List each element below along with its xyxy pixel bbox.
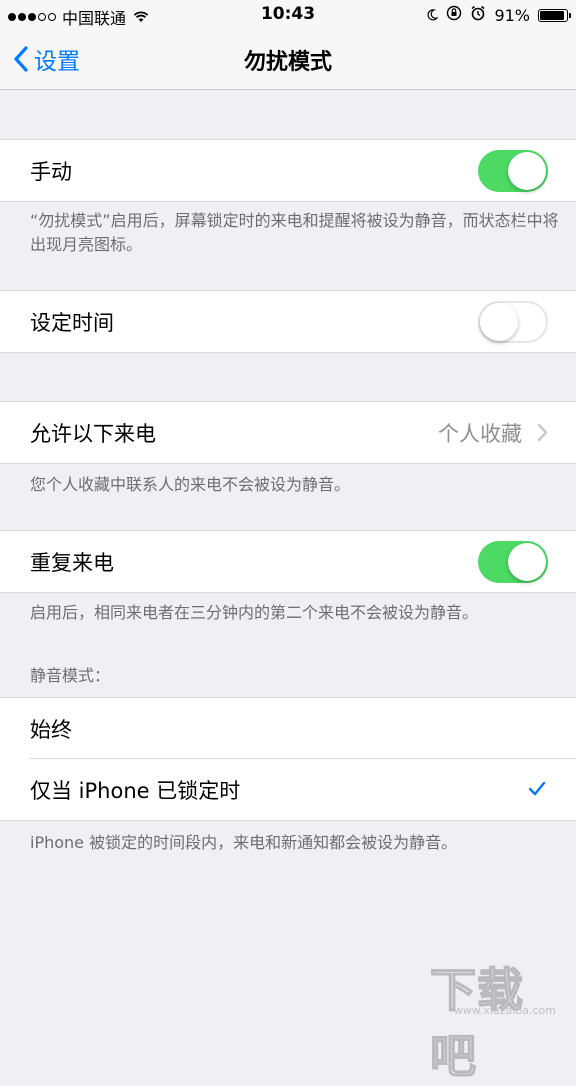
silence-option-always[interactable]: 始终: [0, 698, 576, 759]
battery-percent: 91%: [494, 5, 530, 25]
scheduled-label: 设定时间: [30, 310, 114, 335]
silence-option-label: 始终: [30, 717, 72, 742]
allow-calls-row[interactable]: 允许以下来电 个人收藏: [0, 402, 576, 463]
allow-calls-value: 个人收藏: [438, 421, 522, 446]
checkmark-icon: [528, 781, 546, 796]
moon-icon: [426, 6, 440, 25]
scheduled-toggle[interactable]: [478, 300, 548, 343]
allow-calls-footnote: 您个人收藏中联系人的来电不会被设为静音。: [30, 475, 351, 494]
navigation-bar: 设置 勿扰模式: [0, 30, 576, 90]
silence-section-header: 静音模式：: [30, 666, 111, 685]
watermark-url: www.xiazaiba.com: [453, 1004, 556, 1017]
manual-footnote: “勿扰模式”启用后，屏幕锁定时的来电和提醒将被设为静音，而状态栏中将出现月亮图标…: [30, 211, 559, 254]
silence-group: 始终 仅当 iPhone 已锁定时: [0, 697, 576, 821]
repeated-calls-row: 重复来电: [0, 531, 576, 592]
manual-label: 手动: [30, 159, 72, 184]
silence-footnote: iPhone 被锁定的时间段内，来电和新通知都会被设为静音。: [30, 833, 458, 852]
repeated-calls-footnote: 启用后，相同来电者在三分钟内的第二个来电不会被设为静音。: [30, 603, 479, 622]
status-right: 91%: [426, 5, 571, 25]
rotation-lock-icon: [446, 5, 462, 25]
alarm-icon: [470, 5, 486, 25]
site-watermark-logo: 下载吧 www.xiazaiba.com: [429, 950, 570, 1084]
repeated-calls-label: 重复来电: [30, 550, 114, 575]
allow-calls-label: 允许以下来电: [30, 421, 156, 446]
status-bar: 中国联通 10:43 91%: [0, 0, 576, 30]
scheduled-group: 设定时间: [0, 290, 576, 353]
chevron-right-icon: [537, 423, 548, 442]
silence-option-label: 仅当 iPhone 已锁定时: [30, 778, 241, 803]
manual-row: 手动: [0, 140, 576, 201]
allow-calls-group: 允许以下来电 个人收藏: [0, 401, 576, 464]
silence-option-locked[interactable]: 仅当 iPhone 已锁定时: [0, 759, 576, 820]
watermark-text: 下载吧: [429, 962, 524, 1084]
repeated-calls-toggle[interactable]: [478, 540, 548, 583]
manual-toggle[interactable]: [478, 149, 548, 192]
page-title: 勿扰模式: [243, 50, 332, 75]
repeated-calls-group: 重复来电: [0, 530, 576, 593]
battery-icon: [538, 8, 571, 22]
manual-group: 手动: [0, 139, 576, 202]
scheduled-row: 设定时间: [0, 291, 576, 352]
